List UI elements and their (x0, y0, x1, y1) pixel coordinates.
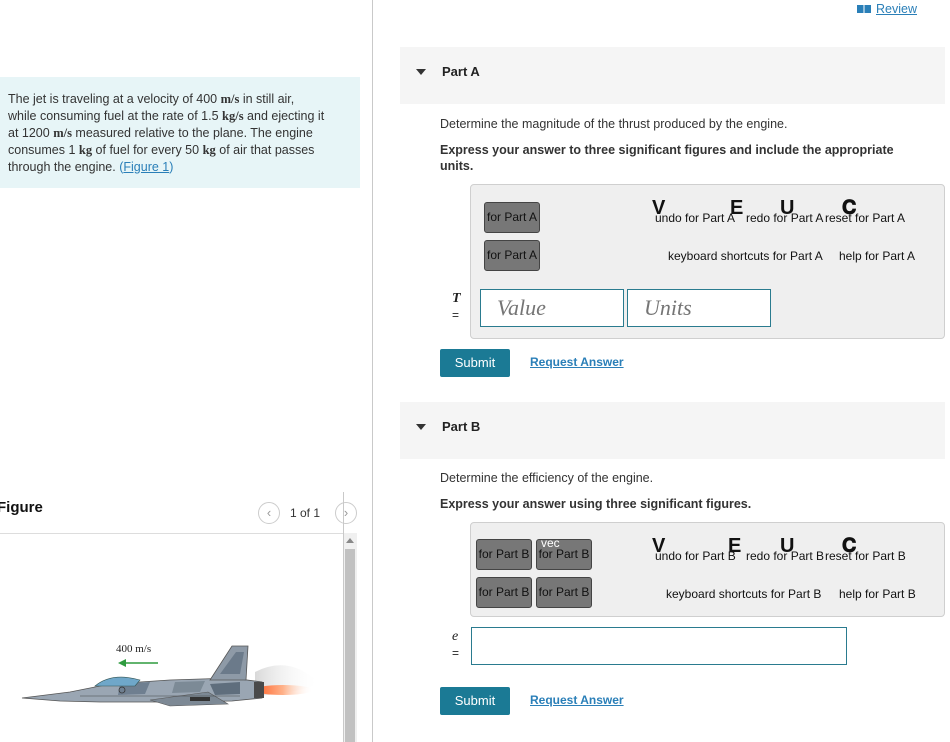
caret-down-icon (416, 424, 426, 430)
template-button-a2[interactable]: for Part A (484, 240, 540, 271)
part-a-title: Part A (442, 64, 480, 79)
chevron-right-icon: › (343, 505, 349, 520)
pane-divider[interactable] (372, 0, 373, 742)
arrow-left-icon (118, 659, 158, 667)
part-b-instruction: Express your answer using three signific… (440, 497, 752, 511)
efficiency-input[interactable] (471, 627, 847, 665)
jet-illustration (21, 645, 320, 707)
redo-button-a[interactable]: redo for Part A (746, 211, 823, 225)
template-button-b1[interactable]: for Part B (476, 539, 532, 570)
undo-button-a[interactable]: undo for Part A (655, 211, 735, 225)
figure-next-button[interactable]: › (335, 502, 357, 524)
part-a-submit-button[interactable]: Submit (440, 349, 510, 377)
figure-link[interactable]: Figure 1 (123, 160, 169, 174)
figure-divider (343, 492, 344, 742)
undo-button-b[interactable]: undo for Part B (655, 549, 736, 563)
problem-statement: The jet is traveling at a velocity of 40… (0, 77, 360, 188)
help-button-b[interactable]: help for Part B (839, 587, 916, 601)
thrust-variable: T (452, 291, 461, 306)
efficiency-variable: e (452, 629, 459, 644)
part-a-header[interactable]: Part A (400, 47, 945, 104)
chevron-left-icon: ‹ (266, 505, 272, 520)
scroll-up-arrow-icon[interactable] (346, 538, 354, 543)
equals-sign: = (452, 308, 460, 322)
problem-pane: The jet is traveling at a velocity of 40… (0, 0, 372, 742)
template-button-b4[interactable]: for Part B (536, 577, 592, 608)
part-b-header[interactable]: Part B (400, 402, 945, 459)
figure-scroll-thumb[interactable] (345, 549, 355, 742)
figure-prev-button[interactable]: ‹ (258, 502, 280, 524)
template-button-b3[interactable]: for Part B (476, 577, 532, 608)
equals-sign: = (452, 646, 460, 660)
caret-down-icon (416, 69, 426, 75)
review-link[interactable]: Review (856, 2, 917, 16)
reset-button-b[interactable]: reset for Part B (825, 549, 906, 563)
reset-button-a[interactable]: reset for Part A (825, 211, 905, 225)
part-a-instruction: Express your answer to three significant… (440, 143, 894, 173)
keyboard-shortcuts-button-a[interactable]: keyboard shortcuts for Part A (668, 249, 823, 263)
redo-button-b[interactable]: redo for Part B (746, 549, 824, 563)
book-icon (857, 5, 871, 13)
part-a-request-answer-link[interactable]: Request Answer (530, 355, 624, 369)
part-b-title: Part B (442, 419, 481, 434)
keyboard-shortcuts-button-b[interactable]: keyboard shortcuts for Part B (666, 587, 821, 601)
vector-button-overlay: vec (541, 536, 560, 550)
figure-heading: Figure (0, 499, 43, 516)
part-b-request-answer-link[interactable]: Request Answer (530, 693, 624, 707)
part-b-submit-button[interactable]: Submit (440, 687, 510, 715)
help-button-a[interactable]: help for Part A (839, 249, 915, 263)
thrust-units-input[interactable] (627, 289, 771, 327)
part-b-question: Determine the efficiency of the engine. (440, 471, 654, 485)
thrust-value-input[interactable] (480, 289, 624, 327)
figure-viewer: 400 m/s (0, 533, 357, 742)
figure-counter: 1 of 1 (290, 506, 321, 520)
template-button-a1[interactable]: for Part A (484, 202, 540, 233)
part-a-question: Determine the magnitude of the thrust pr… (440, 117, 788, 131)
